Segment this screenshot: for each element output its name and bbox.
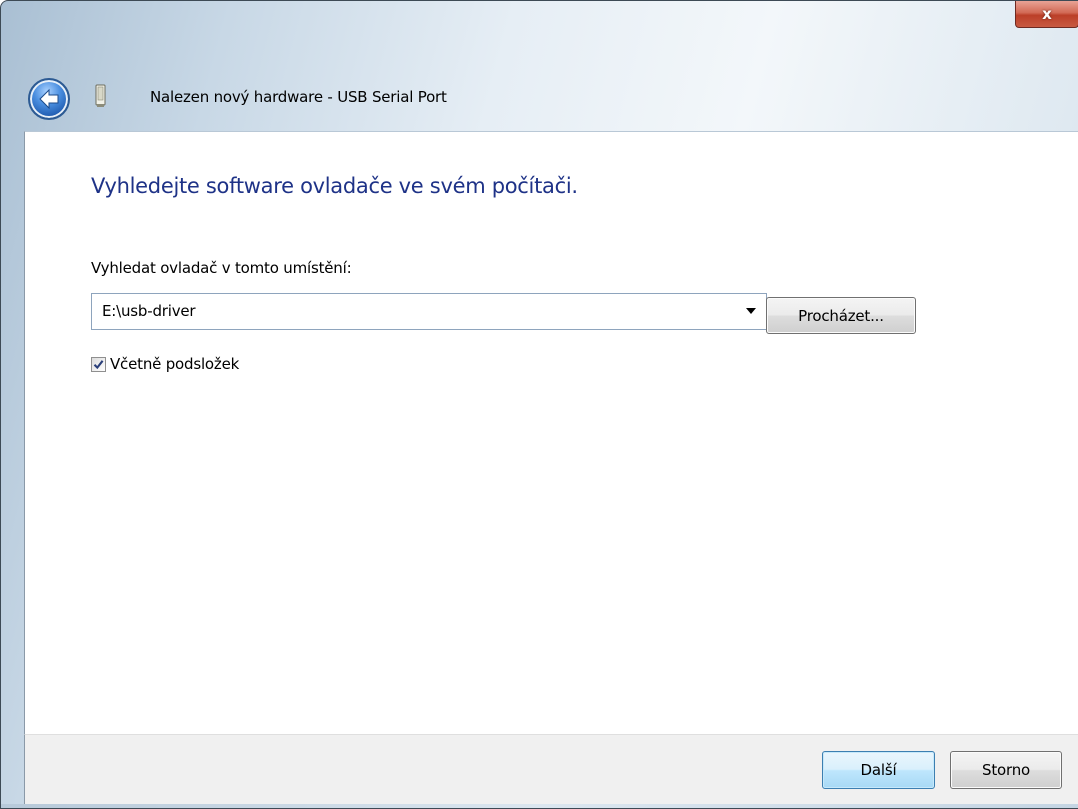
chevron-down-icon[interactable] — [746, 308, 756, 314]
title-bar: x Nalezen nový hardware - USB Serial Por… — [1, 1, 1078, 131]
location-label: Vyhledat ovladač v tomto umístění: — [91, 259, 352, 277]
close-button[interactable]: x — [1015, 1, 1078, 28]
browse-button[interactable]: Procházet... — [766, 297, 916, 334]
window-title: Nalezen nový hardware - USB Serial Port — [150, 88, 447, 106]
include-subfolders-row[interactable]: Včetně podsložek — [91, 353, 239, 375]
include-subfolders-checkbox[interactable] — [91, 356, 106, 372]
back-button[interactable] — [28, 78, 70, 120]
next-button[interactable]: Další — [822, 751, 935, 789]
checkmark-icon — [93, 359, 104, 369]
wizard-window: x Nalezen nový hardware - USB Serial Por… — [0, 0, 1078, 809]
page-heading: Vyhledejte software ovladače ve svém poč… — [91, 174, 578, 198]
window-bottom-frame — [1, 804, 1078, 808]
driver-path-value: E:\usb-driver — [102, 302, 196, 320]
include-subfolders-label: Včetně podsložek — [110, 355, 240, 373]
cancel-button[interactable]: Storno — [950, 751, 1062, 789]
driver-path-combobox[interactable]: E:\usb-driver — [91, 293, 767, 330]
usb-device-icon — [95, 84, 106, 107]
content-panel: Vyhledejte software ovladače ve svém poč… — [24, 131, 1078, 735]
close-icon: x — [1042, 4, 1052, 23]
back-arrow-icon — [39, 88, 59, 110]
button-footer: Další Storno — [24, 734, 1078, 805]
